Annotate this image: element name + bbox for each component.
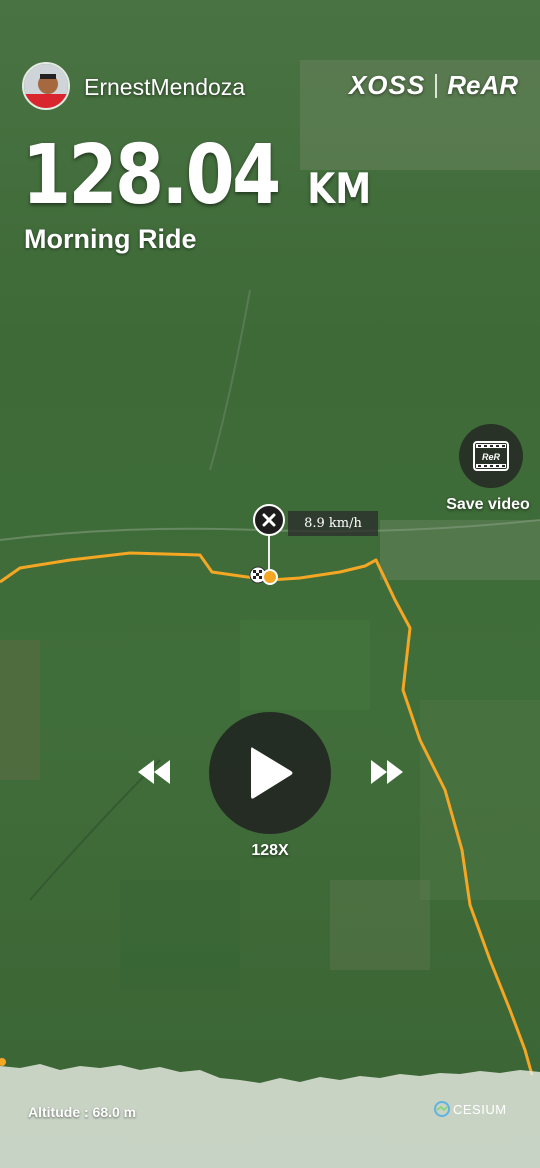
activity-name: Morning Ride	[24, 224, 197, 254]
position-dot-icon	[262, 569, 278, 585]
xoss-logo: XOSS	[348, 70, 426, 100]
play-button[interactable]	[209, 712, 331, 834]
save-video-label: Save video	[446, 496, 530, 513]
close-icon	[262, 513, 276, 527]
cesium-label: CESIUM	[453, 1101, 507, 1117]
fast-forward-button[interactable]	[365, 754, 409, 790]
playback-speed-multiplier[interactable]: 128X	[230, 842, 310, 860]
distance-value: 128.04	[22, 128, 281, 223]
speed-label: 8.9 km/h	[288, 511, 378, 536]
brand-divider	[435, 73, 438, 98]
avatar[interactable]	[22, 62, 70, 110]
film-icon-text: ReR	[482, 452, 501, 462]
play-icon	[251, 747, 293, 799]
cesium-credit[interactable]: CESIUM	[434, 1101, 507, 1117]
altitude-readout: Altitude : 68.0 m	[28, 1104, 137, 1120]
save-video-circle[interactable]: ReR	[459, 424, 523, 488]
username: ErnestMendoza	[84, 74, 246, 100]
brand-logo: XOSS ReAR	[349, 70, 518, 101]
rewind-icon	[138, 760, 170, 784]
marker-stem	[268, 536, 270, 570]
ride-distance: 128.04 KM	[22, 128, 377, 223]
marker-close-button[interactable]	[253, 504, 285, 536]
fast-forward-icon	[371, 760, 403, 784]
film-icon: ReR	[473, 441, 509, 471]
rear-logo: ReAR	[447, 70, 518, 100]
rewind-button[interactable]	[132, 754, 176, 790]
distance-unit: KM	[307, 164, 372, 213]
playback-controls: 128X	[0, 712, 540, 872]
save-video-button[interactable]: ReR Save video	[446, 424, 534, 514]
cesium-logo-icon	[434, 1101, 450, 1117]
